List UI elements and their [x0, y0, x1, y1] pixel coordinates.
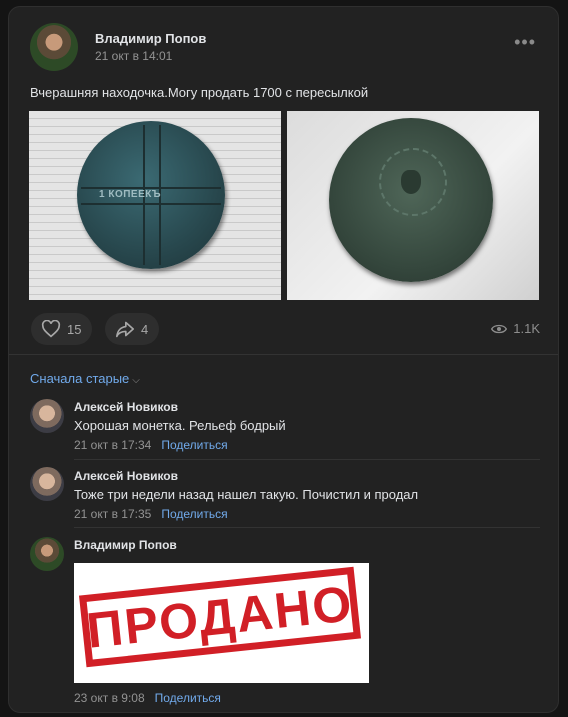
views-count: 1.1K — [513, 321, 540, 336]
like-button[interactable]: 15 — [31, 313, 92, 345]
comment-author[interactable]: Алексей Новиков — [74, 469, 178, 483]
comment-text: Тоже три недели назад нашел такую. Почис… — [74, 487, 419, 502]
coin-image — [329, 118, 493, 282]
divider — [9, 354, 558, 355]
share-count: 4 — [141, 321, 149, 337]
heart-icon — [41, 320, 61, 338]
comment-share-link[interactable]: Поделиться — [161, 438, 227, 452]
comment-date[interactable]: 21 окт в 17:34 — [74, 438, 151, 452]
comment-author[interactable]: Алексей Новиков — [74, 400, 178, 414]
coin-photo-reverse[interactable]: 1 КОПЕЕКЪ — [29, 111, 281, 300]
coin-image: 1 КОПЕЕКЪ — [77, 121, 225, 269]
sold-stamp-image[interactable]: ПРОДАНО — [74, 563, 369, 683]
comment-share-link[interactable]: Поделиться — [155, 691, 221, 705]
comment-avatar[interactable] — [30, 537, 64, 571]
share-button[interactable]: 4 — [105, 313, 159, 345]
author-name[interactable]: Владимир Попов — [95, 31, 206, 46]
more-options-button[interactable]: ••• — [514, 33, 536, 51]
comment-author[interactable]: Владимир Попов — [74, 538, 177, 552]
chevron-down-icon: ⌵ — [132, 375, 140, 386]
comment-meta: 21 окт в 17:35 Поделиться — [74, 507, 228, 521]
post-date[interactable]: 21 окт в 14:01 — [95, 49, 172, 63]
stamp: ПРОДАНО — [78, 566, 362, 668]
stamp-text: ПРОДАНО — [84, 575, 356, 659]
author-avatar[interactable] — [30, 23, 78, 71]
comment-avatar[interactable] — [30, 467, 64, 501]
coin-inscription: 1 КОПЕЕКЪ — [99, 189, 162, 200]
coin-photo-obverse[interactable] — [287, 111, 539, 300]
comment-divider — [74, 459, 540, 460]
post-card: Владимир Попов 21 окт в 14:01 ••• Вчераш… — [8, 6, 559, 713]
comment-avatar[interactable] — [30, 399, 64, 433]
eye-icon — [491, 324, 508, 333]
post-text: Вчерашняя находочка.Могу продать 1700 с … — [30, 85, 369, 100]
share-arrow-icon — [116, 321, 134, 338]
comment-meta: 23 окт в 9:08 Поделиться — [74, 691, 221, 705]
comment-share-link[interactable]: Поделиться — [161, 507, 227, 521]
sort-comments-dropdown[interactable]: Сначала старые ⌵ — [30, 371, 140, 386]
views-counter: 1.1K — [491, 321, 540, 336]
comment-text: Хорошая монетка. Рельеф бодрый — [74, 418, 286, 433]
like-count: 15 — [67, 321, 82, 337]
comment-meta: 21 окт в 17:34 Поделиться — [74, 438, 228, 452]
comment-date[interactable]: 23 окт в 9:08 — [74, 691, 145, 705]
comment-date[interactable]: 21 окт в 17:35 — [74, 507, 151, 521]
sort-label: Сначала старые — [30, 371, 130, 386]
comment-divider — [74, 527, 540, 528]
